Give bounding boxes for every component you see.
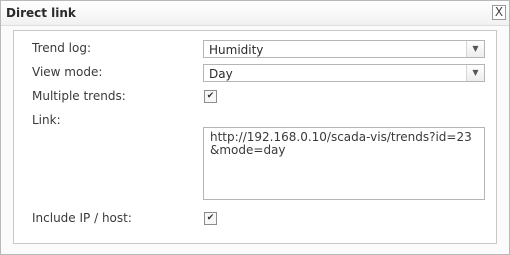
view-mode-value: Day bbox=[209, 67, 233, 81]
form-panel: Trend log: Humidity ▼ View mode: Day ▼ M… bbox=[13, 30, 497, 244]
chevron-down-icon[interactable]: ▼ bbox=[466, 41, 484, 57]
link-label: Link: bbox=[32, 113, 61, 127]
include-host-checkbox[interactable]: ✔ bbox=[204, 212, 217, 225]
chevron-down-icon[interactable]: ▼ bbox=[466, 65, 484, 81]
multiple-trends-checkbox[interactable]: ✔ bbox=[204, 90, 217, 103]
dialog-title: Direct link bbox=[6, 6, 76, 20]
link-textarea[interactable]: http://192.168.0.10/scada-vis/trends?id=… bbox=[203, 127, 485, 200]
close-icon[interactable]: X bbox=[492, 5, 506, 20]
view-mode-select[interactable]: Day ▼ bbox=[203, 64, 485, 82]
checkmark-icon: ✔ bbox=[206, 91, 215, 101]
include-host-label: Include IP / host: bbox=[32, 211, 132, 225]
checkmark-icon: ✔ bbox=[206, 213, 215, 223]
trend-log-select[interactable]: Humidity ▼ bbox=[203, 40, 485, 58]
direct-link-dialog: Direct link X Trend log: Humidity ▼ View… bbox=[0, 0, 510, 255]
view-mode-label: View mode: bbox=[32, 65, 103, 79]
dialog-titlebar: Direct link X bbox=[1, 1, 509, 26]
trend-log-label: Trend log: bbox=[32, 41, 91, 55]
multiple-trends-label: Multiple trends: bbox=[32, 89, 126, 103]
trend-log-value: Humidity bbox=[209, 43, 264, 57]
